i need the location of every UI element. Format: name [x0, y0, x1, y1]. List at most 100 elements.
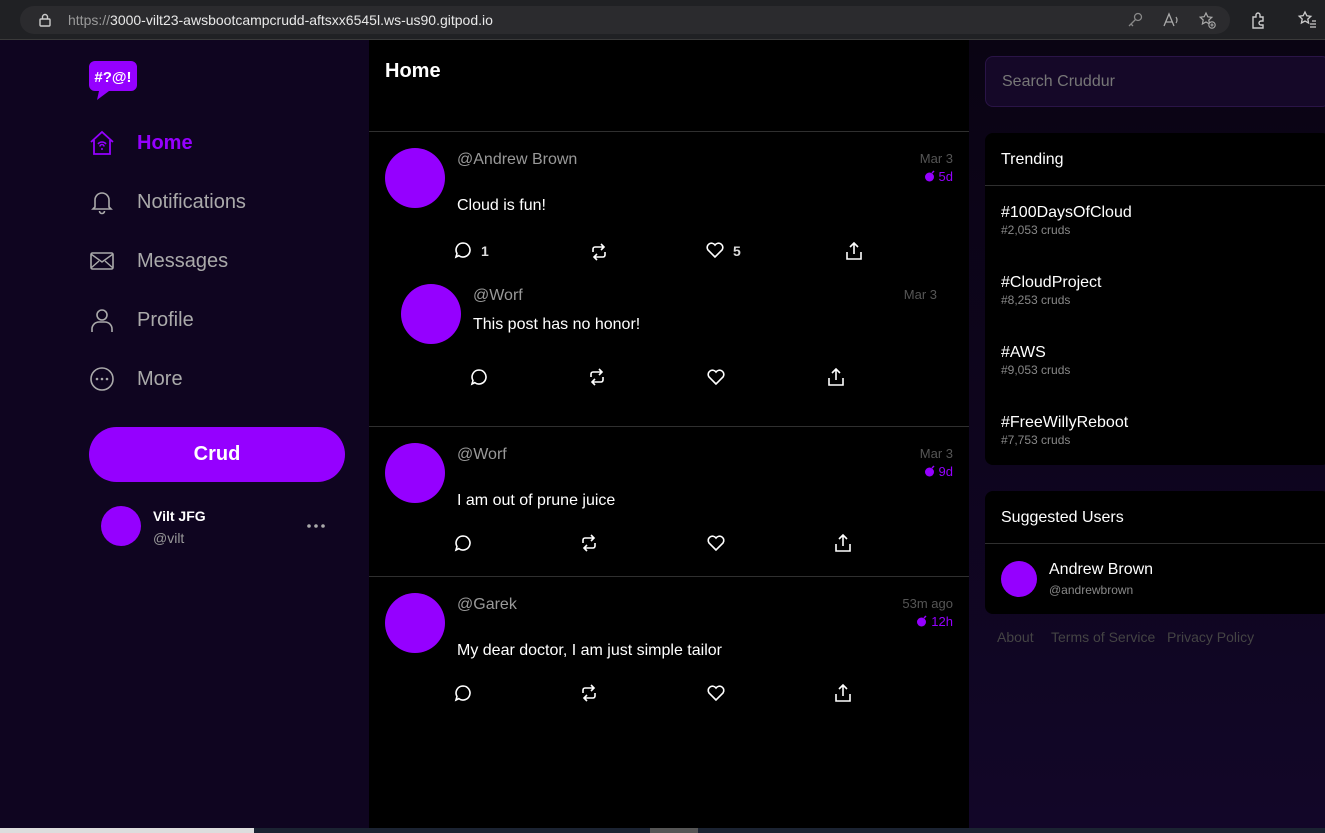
divider: [985, 185, 1325, 186]
nav-profile[interactable]: Profile: [89, 305, 339, 335]
repost-icon: [590, 368, 604, 386]
expiry-text: 9d: [938, 464, 953, 479]
trending-panel: Trending #100DaysOfCloud #2,053 cruds #C…: [985, 133, 1325, 465]
activity-avatar[interactable]: [385, 443, 445, 503]
trend-tag: #AWS: [1001, 344, 1046, 361]
activity-expiry: 9d: [924, 464, 953, 479]
nav-messages-label: Messages: [137, 250, 229, 272]
comment-icon: [454, 242, 471, 259]
reply-button[interactable]: [453, 533, 513, 555]
repost-button[interactable]: [579, 683, 639, 705]
reply-message: This post has no honor!: [473, 316, 641, 333]
activity-handle[interactable]: @Worf: [457, 446, 507, 464]
heart-icon: [707, 535, 725, 552]
crud-button[interactable]: Crud: [89, 427, 345, 482]
reply-avatar[interactable]: [401, 284, 461, 344]
repost-button[interactable]: [589, 242, 649, 264]
reply-button[interactable]: 1: [453, 240, 513, 262]
activity-date: Mar 3: [919, 151, 953, 166]
share-button[interactable]: [833, 683, 893, 705]
envelope-icon: [90, 252, 114, 270]
activity-date: Mar 3: [919, 446, 953, 461]
activity-message: My dear doctor, I am just simple tailor: [457, 642, 722, 659]
cruddur-logo[interactable]: #?@!: [89, 59, 137, 101]
nav-home[interactable]: Home: [89, 128, 339, 158]
like-button[interactable]: 5: [705, 240, 765, 262]
suggested-user-name[interactable]: Andrew Brown: [1049, 561, 1153, 579]
divider: [985, 543, 1325, 544]
repost-icon: [582, 534, 596, 552]
repost-button[interactable]: [579, 533, 639, 555]
url-scheme: https://: [68, 12, 111, 28]
trend-count: #7,753 cruds: [1001, 433, 1071, 447]
activity-item[interactable]: @Worf I am out of prune juice Mar 3 9d: [369, 427, 969, 577]
scrollbar-thumb[interactable]: [650, 828, 698, 833]
favorite-add-icon[interactable]: [1198, 11, 1216, 29]
trend-item[interactable]: #AWS #9,053 cruds: [1001, 344, 1321, 377]
footer-about-link[interactable]: About: [997, 629, 1034, 645]
share-icon: [846, 241, 862, 260]
taskbar-segment: [0, 828, 254, 833]
share-button[interactable]: [833, 533, 893, 555]
expiry-text: 5d: [938, 169, 953, 184]
activity-avatar[interactable]: [385, 148, 445, 208]
key-icon[interactable]: [1126, 11, 1144, 29]
heart-icon: [706, 242, 724, 259]
trending-title: Trending: [1001, 151, 1064, 168]
nav-profile-label: Profile: [137, 309, 194, 331]
reply-like-button[interactable]: [706, 367, 766, 389]
reply-button[interactable]: [453, 683, 513, 705]
comment-icon: [470, 369, 487, 386]
trend-tag: #FreeWillyReboot: [1001, 414, 1129, 431]
read-aloud-icon[interactable]: [1162, 11, 1180, 29]
activity-handle[interactable]: @Andrew Brown: [457, 151, 577, 169]
reply-reply-button[interactable]: [469, 367, 529, 389]
activity-item[interactable]: @Andrew Brown Cloud is fun! Mar 3 5d 1 5…: [369, 132, 969, 427]
comment-icon: [454, 685, 471, 702]
trend-count: #9,053 cruds: [1001, 363, 1071, 377]
bell-icon: [91, 192, 113, 215]
favorites-icon[interactable]: [1297, 10, 1317, 30]
trend-item[interactable]: #FreeWillyReboot #7,753 cruds: [1001, 414, 1321, 447]
avatar[interactable]: [1001, 561, 1037, 597]
more-options-icon[interactable]: [304, 514, 328, 538]
like-button[interactable]: [706, 683, 766, 705]
activity-handle[interactable]: @Garek: [457, 596, 517, 614]
expiry-text: 12h: [931, 614, 953, 629]
footer-terms-link[interactable]: Terms of Service: [1051, 629, 1155, 645]
trend-item[interactable]: #100DaysOfCloud #2,053 cruds: [1001, 204, 1321, 237]
comment-icon: [454, 535, 471, 552]
url-text[interactable]: https://3000-vilt23-awsbootcampcrudd-aft…: [68, 12, 493, 28]
suggested-user-handle: @andrewbrown: [1049, 583, 1134, 597]
activity-avatar[interactable]: [385, 593, 445, 653]
activity-item[interactable]: @Garek My dear doctor, I am just simple …: [369, 577, 969, 727]
like-button[interactable]: [706, 533, 766, 555]
activity-message: I am out of prune juice: [457, 492, 616, 509]
repost-icon: [592, 243, 606, 261]
reply-handle[interactable]: @Worf: [473, 287, 523, 305]
feed-header: Home: [369, 40, 969, 132]
search-input[interactable]: [985, 56, 1325, 107]
heart-icon: [707, 685, 725, 702]
trend-item[interactable]: #CloudProject #8,253 cruds: [1001, 274, 1321, 307]
more-circle-icon: [90, 367, 114, 391]
home-icon: [90, 130, 114, 155]
reply-date: Mar 3: [903, 287, 937, 302]
current-user-name: Vilt JFG: [153, 508, 206, 524]
address-bar[interactable]: https://3000-vilt23-awsbootcampcrudd-aft…: [20, 6, 1230, 34]
extensions-icon[interactable]: [1249, 10, 1269, 30]
suggested-users-panel: Suggested Users Andrew Brown @andrewbrow…: [985, 491, 1325, 614]
left-sidebar: #?@! Home Notifications Messages Profile…: [0, 40, 369, 828]
nav-more[interactable]: More: [89, 364, 339, 394]
reply-share-button[interactable]: [826, 367, 886, 389]
logo-text: #?@!: [94, 69, 131, 86]
share-icon: [828, 367, 844, 386]
url-host: 3000-vilt23-awsbootcampcrudd-aftsxx6545l…: [110, 12, 493, 28]
footer-privacy-link[interactable]: Privacy Policy: [1167, 629, 1254, 645]
avatar[interactable]: [101, 506, 141, 546]
reply-repost-button[interactable]: [587, 367, 647, 389]
trend-count: #8,253 cruds: [1001, 293, 1071, 307]
nav-notifications[interactable]: Notifications: [89, 187, 339, 217]
nav-messages[interactable]: Messages: [89, 246, 339, 276]
share-button[interactable]: [844, 241, 904, 263]
